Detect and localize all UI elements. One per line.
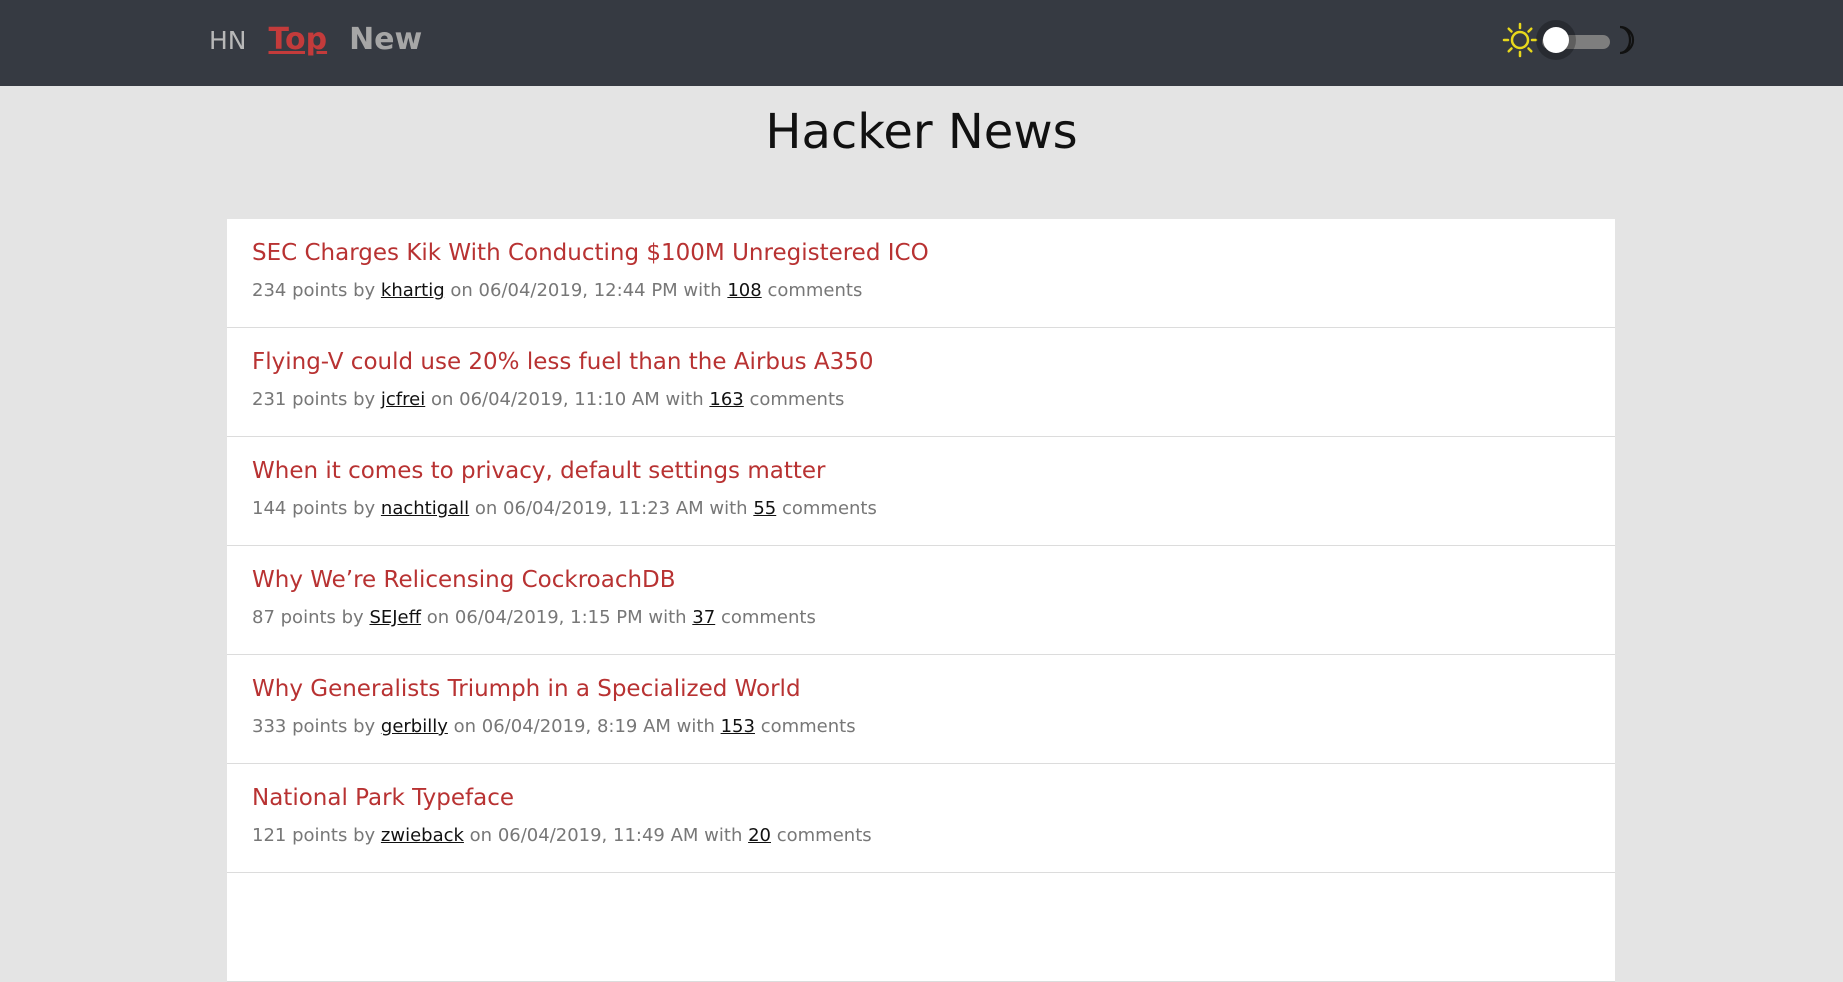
story-author-link[interactable]: gerbilly (381, 716, 448, 737)
story-points: 144 points by (252, 498, 376, 519)
story-points: 333 points by (252, 716, 376, 737)
story-comments-link[interactable]: 108 (727, 280, 761, 301)
story-meta: 144 points by nachtigall on 06/04/2019, … (252, 495, 877, 523)
story-title-link[interactable]: SEC Charges Kik With Conducting $100M Un… (252, 236, 929, 270)
toggle-knob[interactable] (1543, 27, 1569, 53)
story-comments-link[interactable]: 163 (709, 389, 743, 410)
story-date: on 06/04/2019, 11:49 AM with (469, 825, 743, 846)
story-comments-label: comments (781, 498, 877, 519)
story-comments-label: comments (776, 825, 872, 846)
story-date: on 06/04/2019, 11:23 AM with (474, 498, 748, 519)
story-title-link[interactable]: Why We’re Relicensing CockroachDB (252, 563, 676, 597)
story-points: 87 points by (252, 607, 364, 628)
tab-top[interactable]: Top (269, 20, 328, 60)
story-points: 231 points by (252, 389, 376, 410)
story-title-link[interactable]: Flying-V could use 20% less fuel than th… (252, 345, 874, 379)
story-comments-link[interactable]: 20 (748, 825, 771, 846)
story-meta: 87 points by SEJeff on 06/04/2019, 1:15 … (252, 604, 816, 632)
story-item: Why Generalists Triumph in a Specialized… (227, 655, 1615, 764)
story-comments-link[interactable]: 153 (721, 716, 755, 737)
brand-label: HN (209, 26, 247, 55)
story-comments-label: comments (749, 389, 845, 410)
story-list: SEC Charges Kik With Conducting $100M Un… (227, 219, 1615, 982)
story-item: Flying-V could use 20% less fuel than th… (227, 328, 1615, 437)
story-title-link[interactable]: National Park Typeface (252, 781, 514, 815)
sun-icon (1502, 22, 1538, 58)
story-item: When it comes to privacy, default settin… (227, 437, 1615, 546)
moon-icon (1619, 25, 1635, 55)
story-comments-label: comments (720, 607, 816, 628)
story-comments-label: comments (767, 280, 863, 301)
tab-new[interactable]: New (349, 20, 422, 60)
story-points: 121 points by (252, 825, 376, 846)
story-author-link[interactable]: khartig (381, 280, 445, 301)
story-comments-link[interactable]: 37 (692, 607, 715, 628)
story-item: SEC Charges Kik With Conducting $100M Un… (227, 219, 1615, 328)
page-title: Hacker News (765, 104, 1078, 160)
story-meta: 231 points by jcfrei on 06/04/2019, 11:1… (252, 386, 844, 414)
story-author-link[interactable]: zwieback (381, 825, 464, 846)
story-meta: 333 points by gerbilly on 06/04/2019, 8:… (252, 713, 856, 741)
story-title-link[interactable]: When it comes to privacy, default settin… (252, 454, 825, 488)
story-item: Why We’re Relicensing CockroachDB 87 poi… (227, 546, 1615, 655)
main-nav: HN Top New (209, 20, 422, 61)
story-points: 234 points by (252, 280, 376, 301)
story-comments-link[interactable]: 55 (753, 498, 776, 519)
story-title-link[interactable]: Why Generalists Triumph in a Specialized… (252, 672, 801, 706)
theme-toggle[interactable] (1502, 18, 1635, 62)
story-date: on 06/04/2019, 1:15 PM with (426, 607, 687, 628)
story-meta: 234 points by khartig on 06/04/2019, 12:… (252, 277, 862, 305)
story-author-link[interactable]: nachtigall (381, 498, 469, 519)
story-item-partial (227, 873, 1615, 982)
story-comments-label: comments (760, 716, 856, 737)
story-date: on 06/04/2019, 12:44 PM with (450, 280, 722, 301)
story-meta: 121 points by zwieback on 06/04/2019, 11… (252, 822, 872, 850)
story-date: on 06/04/2019, 11:10 AM with (430, 389, 704, 410)
top-navigation-bar: HN Top New (0, 0, 1843, 86)
story-item: National Park Typeface 121 points by zwi… (227, 764, 1615, 873)
story-date: on 06/04/2019, 8:19 AM with (453, 716, 715, 737)
story-author-link[interactable]: SEJeff (369, 607, 421, 628)
story-author-link[interactable]: jcfrei (381, 389, 425, 410)
